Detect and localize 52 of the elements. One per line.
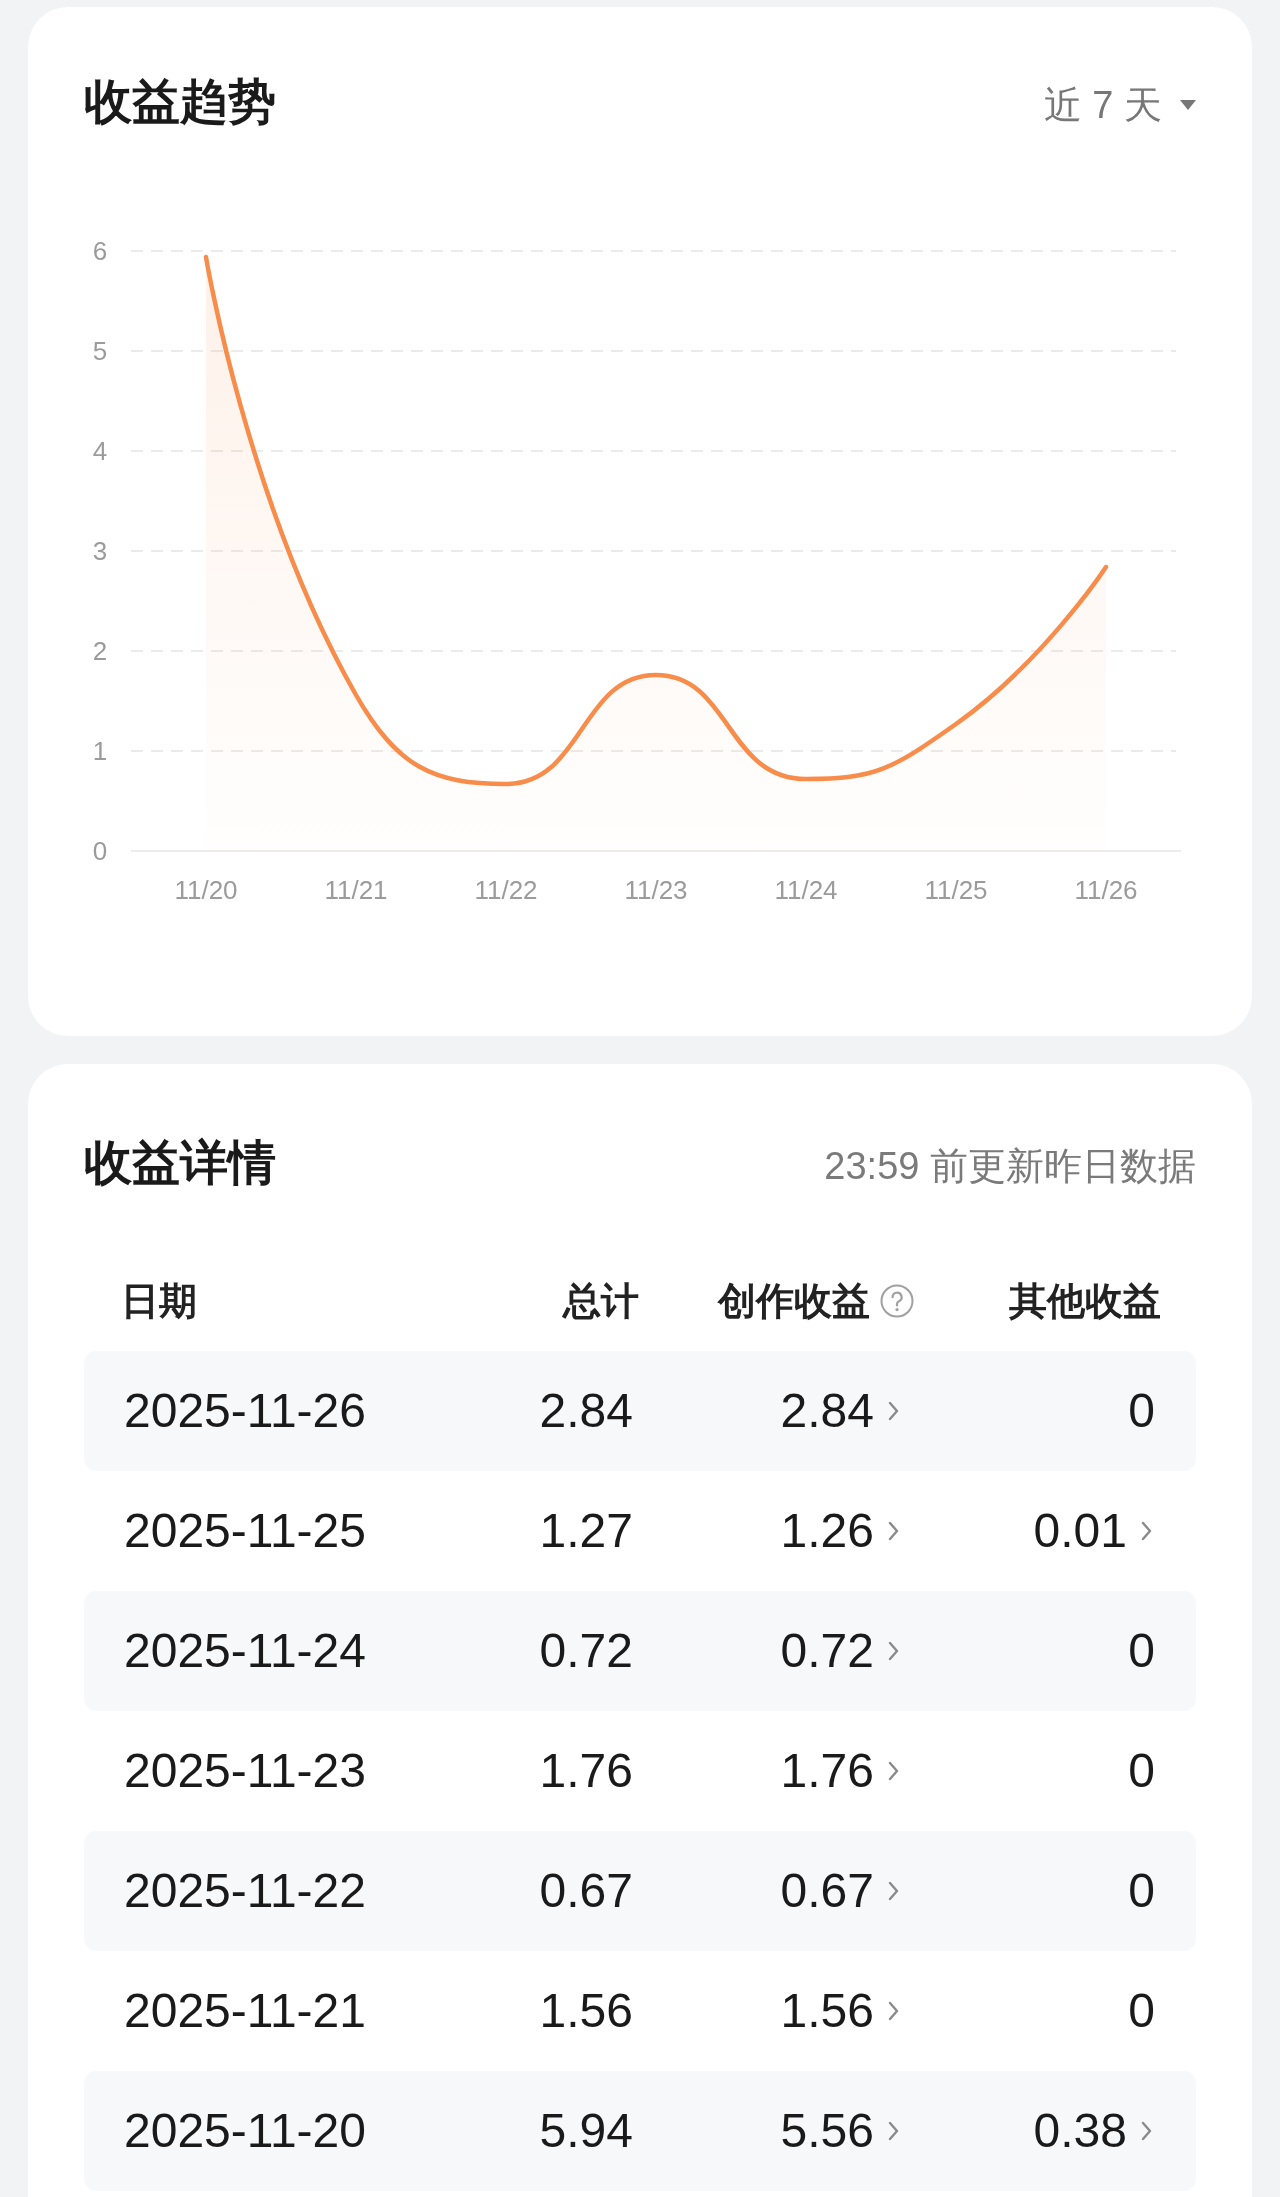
total-cell-text: 0.72 bbox=[539, 1623, 633, 1679]
x-axis-label: 11/21 bbox=[324, 875, 388, 905]
total-cell-text: 1.76 bbox=[539, 1743, 633, 1799]
caret-icon bbox=[1180, 100, 1196, 110]
card-title: 收益详情 bbox=[84, 1135, 276, 1191]
column-header: 日期 bbox=[121, 1279, 197, 1324]
income-detail-link[interactable]: 0.01 bbox=[1033, 1501, 1152, 1561]
income-detail-link[interactable]: 1.76 bbox=[780, 1741, 899, 1801]
date-cell: 2025-11-24 bbox=[124, 1624, 366, 1677]
x-axis-label: 11/26 bbox=[1074, 875, 1138, 905]
column-header: 总计 bbox=[563, 1279, 639, 1324]
period-dropdown[interactable]: 近 7 天 bbox=[1043, 80, 1196, 130]
income-cell-text: 0 bbox=[1128, 1623, 1155, 1679]
update-note: 23:59 前更新昨日数据 bbox=[824, 1144, 1196, 1189]
income-cell-text: 0 bbox=[1128, 1983, 1155, 2039]
total-cell-text: 0.67 bbox=[539, 1863, 633, 1919]
date-cell: 2025-11-21 bbox=[124, 1984, 366, 2037]
income-detail-link[interactable]: 0.67 bbox=[780, 1861, 899, 1921]
date-cell: 2025-11-20 bbox=[124, 2104, 366, 2157]
y-axis-label: 4 bbox=[92, 436, 108, 466]
total-cell-text: 2.84 bbox=[539, 1383, 633, 1439]
income-detail-link[interactable]: 0.72 bbox=[780, 1621, 899, 1681]
card-title: 收益趋势 bbox=[84, 74, 276, 130]
date-cell: 2025-11-25 bbox=[124, 1504, 366, 1557]
date-cell: 2025-11-26 bbox=[124, 1384, 366, 1437]
help-icon[interactable] bbox=[880, 1284, 914, 1318]
x-axis-label: 11/20 bbox=[174, 875, 238, 905]
income-detail-link[interactable]: 2.84 bbox=[780, 1381, 899, 1441]
y-axis-label: 5 bbox=[92, 336, 108, 366]
x-axis-label: 11/25 bbox=[924, 875, 988, 905]
total-cell-text: 5.94 bbox=[539, 2103, 633, 2159]
income-cell-text: 0 bbox=[1128, 1743, 1155, 1799]
total-cell-text: 1.27 bbox=[539, 1503, 633, 1559]
income-cell-text: 0 bbox=[1128, 1383, 1155, 1439]
date-cell: 2025-11-23 bbox=[124, 1744, 366, 1797]
income-cell-text: 0 bbox=[1128, 1863, 1155, 1919]
x-axis-label: 11/23 bbox=[624, 875, 688, 905]
x-axis-label: 11/22 bbox=[474, 875, 538, 905]
income-detail-link[interactable]: 1.26 bbox=[780, 1501, 899, 1561]
x-axis-label: 11/24 bbox=[774, 875, 838, 905]
y-axis-label: 2 bbox=[92, 636, 108, 666]
income-detail-link[interactable]: 1.56 bbox=[780, 1981, 899, 2041]
total-cell-text: 1.56 bbox=[539, 1983, 633, 2039]
income-detail-link[interactable]: 0.38 bbox=[1033, 2101, 1152, 2161]
column-header: 其他收益 bbox=[1009, 1279, 1161, 1324]
y-axis-label: 6 bbox=[92, 236, 108, 266]
date-cell: 2025-11-22 bbox=[124, 1864, 366, 1917]
column-header: 创作收益 bbox=[718, 1279, 870, 1324]
y-axis-label: 3 bbox=[92, 536, 108, 566]
y-axis-label: 0 bbox=[92, 836, 108, 866]
income-detail-link[interactable]: 5.56 bbox=[780, 2101, 899, 2161]
y-axis-label: 1 bbox=[92, 736, 108, 766]
